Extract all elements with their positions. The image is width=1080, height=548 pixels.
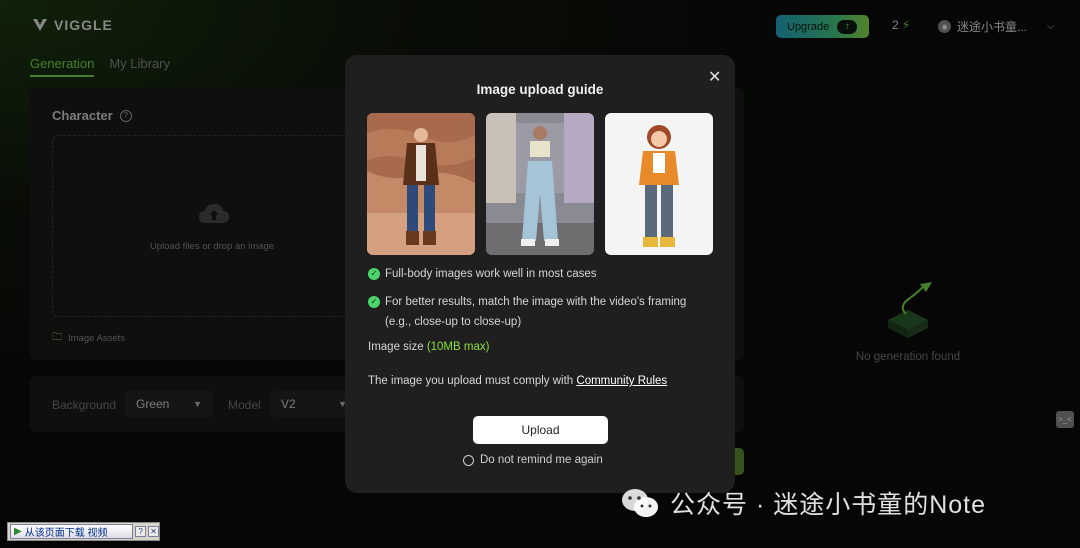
remind-label: Do not remind me again — [480, 454, 603, 466]
tip-full-body: ✓ Full-body images work well in most cas… — [368, 264, 597, 284]
video-download-bar: ▶ 从该页面下载 视频 ? ✕ — [7, 522, 160, 541]
comply-text: The image you upload must comply with — [368, 375, 574, 387]
tip-framing-line2: (e.g., close-up to close-up) — [385, 316, 522, 328]
wechat-icon — [622, 489, 658, 517]
image-upload-guide-modal: Image upload guide ✕ ✓ Full-body images … — [345, 55, 735, 493]
guide-image-man — [367, 113, 475, 255]
close-icon[interactable]: ✕ — [708, 67, 721, 87]
tip-framing-line1: For better results, match the image with… — [385, 296, 687, 308]
image-size-info: Image size (10MB max) — [368, 341, 489, 353]
community-rules-link[interactable]: Community Rules — [576, 375, 667, 387]
community-rules-notice: The image you upload must comply with Co… — [368, 375, 667, 387]
close-icon[interactable]: ✕ — [148, 526, 159, 537]
help-icon[interactable]: ? — [135, 526, 147, 537]
tip-framing-text: For better results, match the image with… — [385, 292, 686, 332]
watermark-text: 公众号 · 迷途小书童的Note — [670, 491, 987, 519]
guide-image-woman — [486, 113, 594, 255]
download-label: 从该页面下载 视频 — [24, 528, 108, 539]
size-limit: (10MB max) — [426, 341, 490, 353]
do-not-remind-option[interactable]: Do not remind me again — [463, 454, 603, 466]
check-circle-icon: ✓ — [368, 296, 380, 308]
tip-full-body-text: Full-body images work well in most cases — [385, 268, 597, 280]
guide-image-cartoon — [605, 113, 713, 255]
tip-framing: ✓ For better results, match the image wi… — [368, 292, 686, 332]
radio-button[interactable] — [463, 454, 474, 466]
guide-images — [367, 113, 713, 255]
download-video-button[interactable]: ▶ 从该页面下载 视频 — [10, 524, 134, 539]
modal-title: Image upload guide — [476, 82, 604, 97]
size-label: Image size — [368, 341, 424, 353]
upload-button[interactable]: Upload — [473, 416, 608, 444]
play-icon: ▶ — [14, 526, 22, 537]
check-circle-icon: ✓ — [368, 268, 380, 280]
wechat-watermark: 公众号 · 迷途小书童的Note — [620, 485, 986, 521]
